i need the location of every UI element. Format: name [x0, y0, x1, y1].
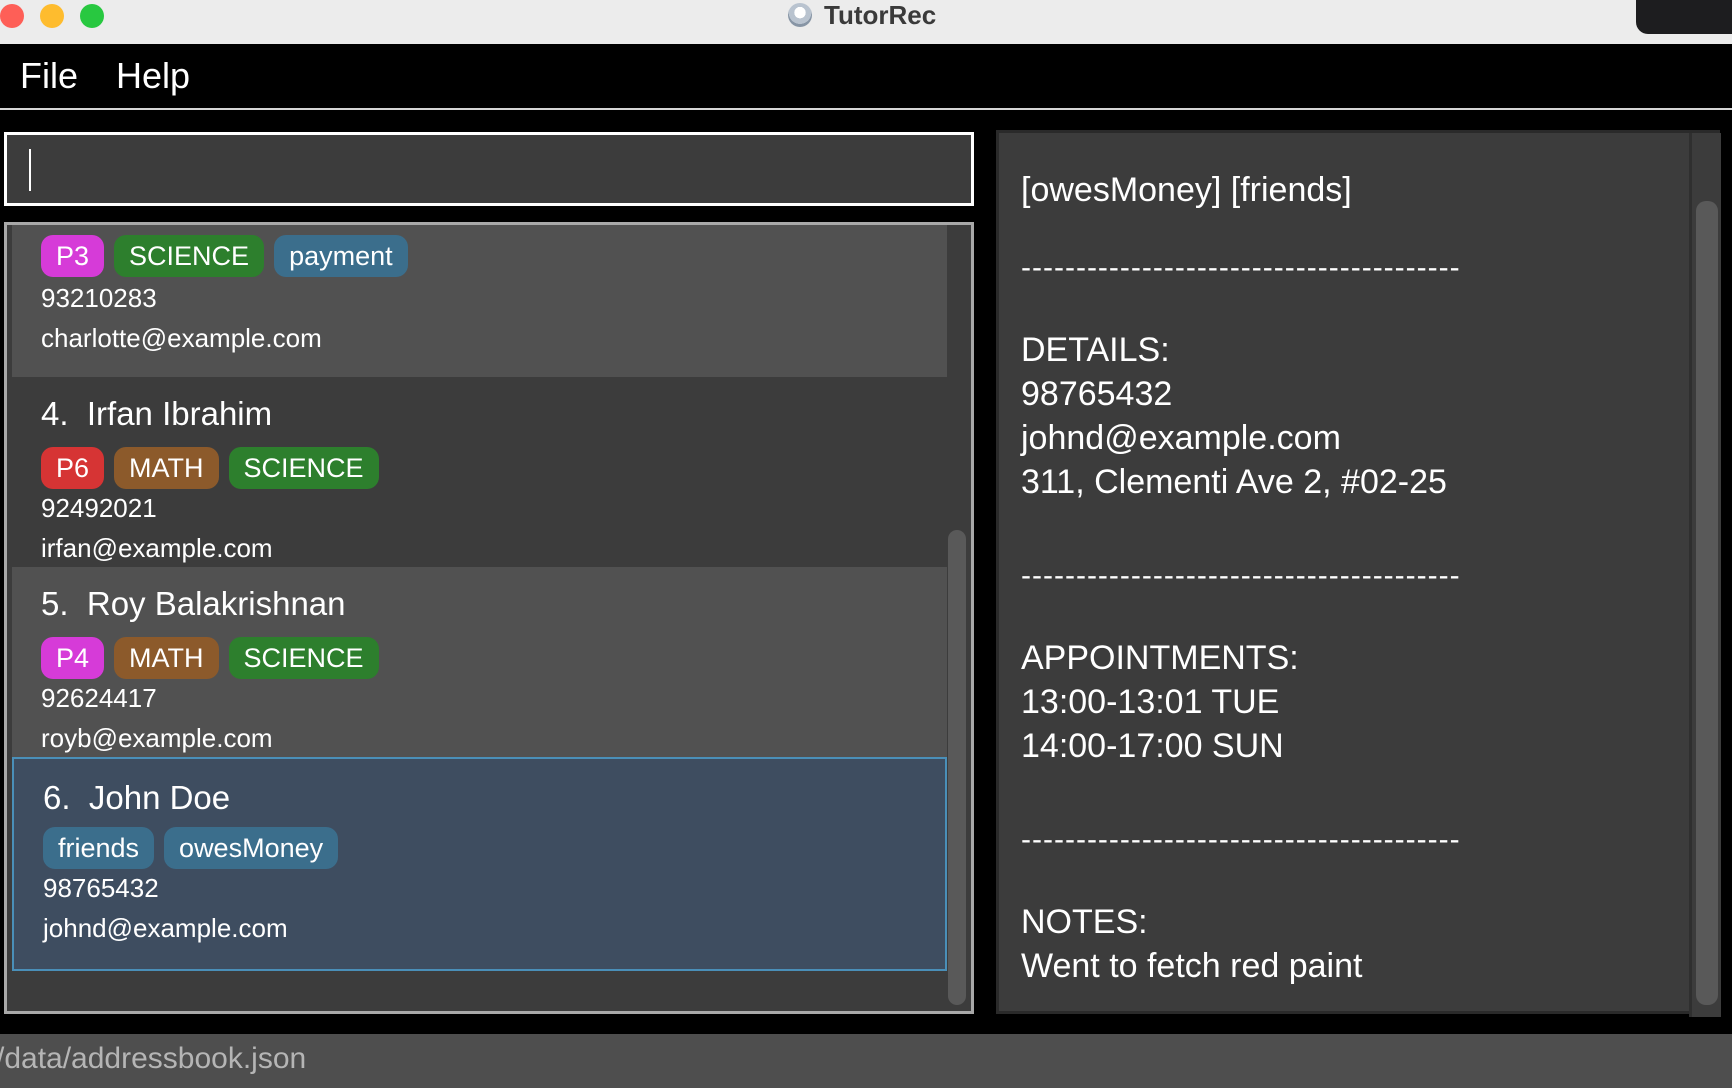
person-phone: 92492021	[41, 493, 157, 523]
tag: friends	[43, 827, 155, 869]
tag-list: P3 SCIENCE payment	[41, 235, 408, 277]
person-phone: 98765432	[43, 873, 159, 903]
title-bar: TutorRec	[0, 0, 1732, 44]
detail-tags: [owesMoney] [friends]	[1021, 171, 1352, 209]
person-card[interactable]: 5. Roy Balakrishnan P4 MATH SCIENCE 9262…	[12, 567, 947, 757]
text-caret	[29, 149, 31, 191]
tag: MATH	[114, 637, 219, 679]
details-heading: DETAILS:	[1021, 331, 1170, 369]
person-list-scrollbar[interactable]	[947, 225, 969, 1011]
person-index: 6.	[43, 779, 71, 816]
person-email: irfan@example.com	[41, 533, 273, 563]
tag: MATH	[114, 447, 219, 489]
person-name: 5. Roy Balakrishnan	[41, 585, 346, 623]
detail-divider: ----------------------------------------	[1021, 823, 1461, 856]
person-name-text: Irfan Ibrahim	[86, 395, 273, 432]
window-title-text: TutorRec	[824, 0, 937, 30]
appointment-item: 13:00-13:01 TUE	[1021, 683, 1280, 721]
note-text: Went to fetch red paint	[1021, 947, 1363, 985]
save-location: /data/addressbook.json	[0, 1042, 307, 1075]
tag: SCIENCE	[228, 447, 379, 489]
tag-list: P4 MATH SCIENCE	[41, 637, 379, 679]
appointments-heading: APPOINTMENTS:	[1021, 639, 1299, 677]
minimize-window-button[interactable]	[40, 4, 64, 28]
command-box	[4, 132, 974, 206]
detail-divider: ----------------------------------------	[1021, 251, 1461, 284]
person-name-text: Roy Balakrishnan	[86, 585, 346, 622]
person-email: royb@example.com	[41, 723, 273, 753]
appointment-item: 14:00-17:00 SUN	[1021, 727, 1284, 765]
notes-heading: NOTES:	[1021, 903, 1148, 941]
titlebar-accessory	[1636, 0, 1732, 34]
command-input[interactable]	[7, 135, 971, 203]
tag: P3	[41, 235, 105, 277]
app-icon	[788, 3, 812, 27]
tag: SCIENCE	[228, 637, 379, 679]
detail-email: johnd@example.com	[1021, 419, 1341, 457]
tag: P6	[41, 447, 105, 489]
person-name-text: John Doe	[88, 779, 231, 816]
scrollbar-thumb[interactable]	[1696, 201, 1718, 1005]
status-bar: /data/addressbook.json	[0, 1034, 1732, 1088]
detail-phone: 98765432	[1021, 375, 1173, 413]
person-card-selected[interactable]: 6. John Doe friends owesMoney 98765432 j…	[12, 757, 947, 971]
tag-list: P6 MATH SCIENCE	[41, 447, 379, 489]
window-title: TutorRec	[788, 0, 936, 30]
person-name: 4. Irfan Ibrahim	[41, 395, 272, 433]
maximize-window-button[interactable]	[80, 4, 104, 28]
detail-scrollbar[interactable]	[1689, 133, 1721, 1017]
person-detail-panel: [owesMoney] [friends] ------------------…	[996, 130, 1721, 1017]
detail-address: 311, Clementi Ave 2, #02-25	[1021, 463, 1447, 501]
menu-bar: File Help	[0, 44, 1732, 110]
person-card[interactable]: P3 SCIENCE payment 93210283 charlotte@ex…	[12, 225, 947, 377]
person-name: 6. John Doe	[43, 779, 230, 817]
person-email: charlotte@example.com	[41, 323, 322, 353]
person-card[interactable]: 4. Irfan Ibrahim P6 MATH SCIENCE 9249202…	[12, 377, 947, 567]
person-list-panel: P3 SCIENCE payment 93210283 charlotte@ex…	[4, 222, 974, 1014]
close-window-button[interactable]	[0, 4, 24, 28]
menu-help[interactable]: Help	[116, 55, 190, 97]
scrollbar-thumb[interactable]	[948, 530, 966, 1005]
detail-divider: ----------------------------------------	[1021, 559, 1461, 592]
person-email: johnd@example.com	[43, 913, 288, 943]
menu-file[interactable]: File	[20, 55, 78, 97]
tag: payment	[274, 235, 408, 277]
person-phone: 93210283	[41, 283, 157, 313]
tag: owesMoney	[164, 827, 339, 869]
tag: P4	[41, 637, 105, 679]
tag-list: friends owesMoney	[43, 827, 339, 869]
tag: SCIENCE	[114, 235, 265, 277]
person-index: 4.	[41, 395, 69, 432]
person-phone: 92624417	[41, 683, 157, 713]
person-index: 5.	[41, 585, 69, 622]
